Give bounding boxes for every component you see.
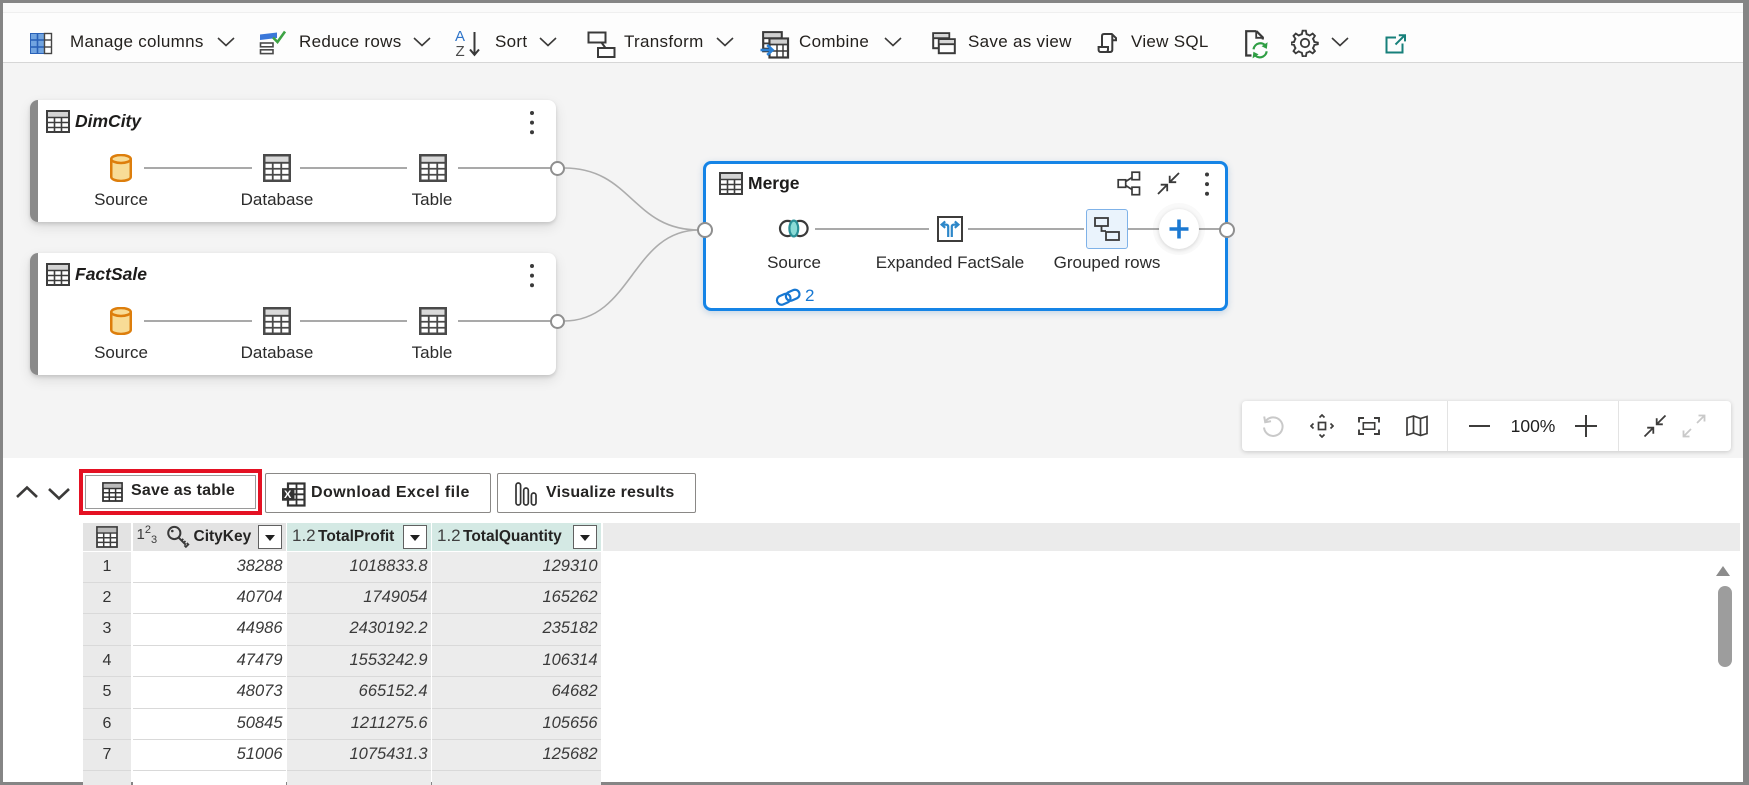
svg-text:X: X (284, 489, 292, 501)
svg-text:Z: Z (456, 43, 465, 58)
